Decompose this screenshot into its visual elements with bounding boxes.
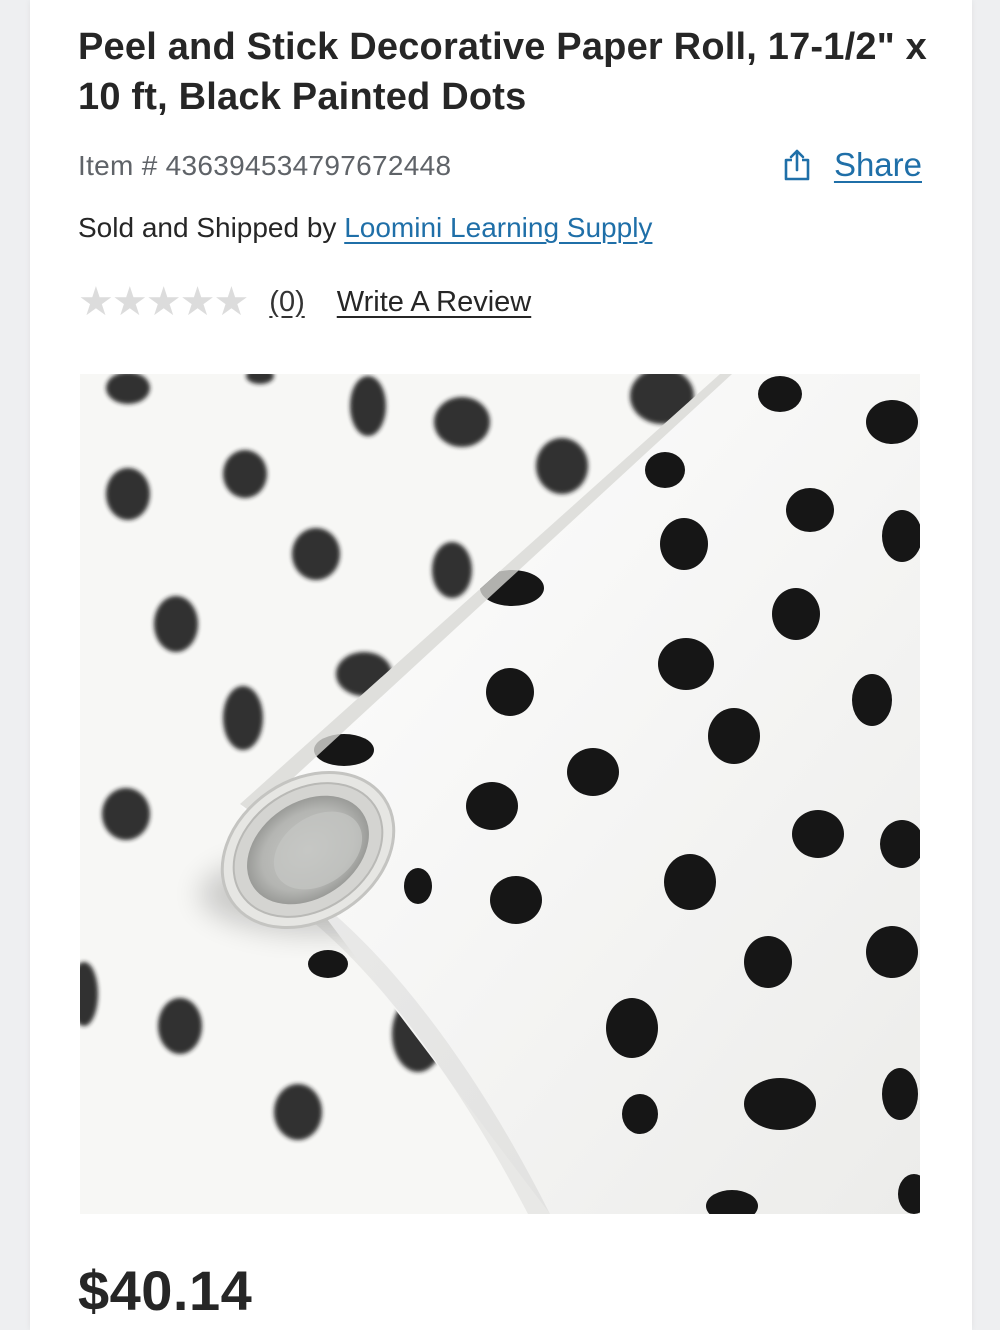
item-row: Item # 436394534797672448 Share (78, 146, 922, 190)
seller-row: Sold and Shipped by Loomini Learning Sup… (78, 212, 652, 244)
share-button[interactable]: Share (782, 146, 922, 184)
share-label: Share (833, 146, 922, 183)
polka-dot-paper-roll-image (80, 374, 920, 1214)
product-card: Peel and Stick Decorative Paper Roll, 17… (30, 0, 972, 1330)
item-number: Item # 436394534797672448 (78, 150, 452, 181)
review-count-link[interactable]: (0) (269, 286, 304, 319)
share-icon (782, 148, 812, 182)
product-price: $40.14 (78, 1259, 253, 1322)
rating-row: ★★★★★ (0) Write A Review (78, 280, 531, 324)
seller-link[interactable]: Loomini Learning Supply (344, 212, 652, 243)
sold-by-label: Sold and Shipped by (78, 212, 345, 243)
write-review-link[interactable]: Write A Review (337, 286, 531, 319)
product-image[interactable] (80, 374, 920, 1214)
rating-stars-icon: ★★★★★ (78, 280, 249, 324)
product-title: Peel and Stick Decorative Paper Roll, 17… (78, 26, 928, 118)
